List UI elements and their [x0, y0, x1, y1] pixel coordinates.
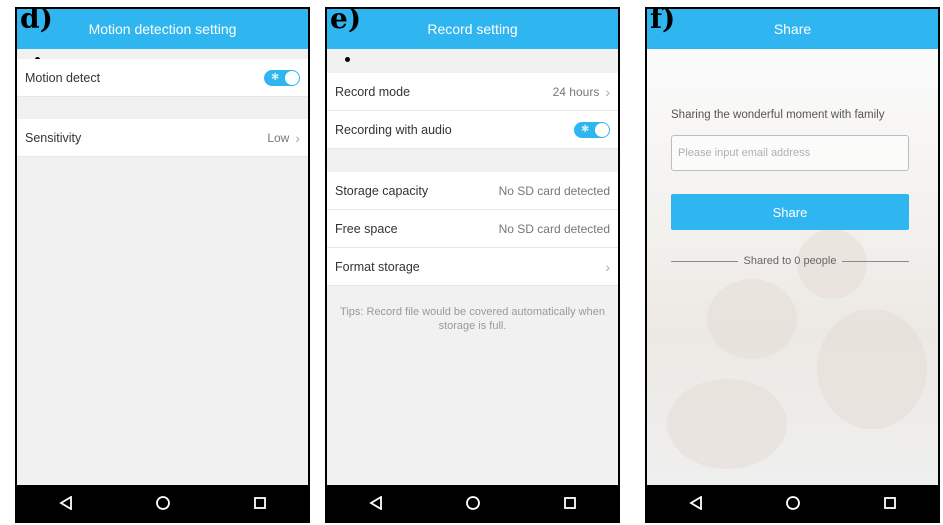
- system-navbar: [647, 485, 938, 521]
- sensitivity-row[interactable]: Sensitivity Low ›: [17, 119, 308, 157]
- format-storage-row[interactable]: Format storage ›: [327, 248, 618, 286]
- row-label: Record mode: [335, 84, 411, 99]
- storage-capacity-row: Storage capacity No SD card detected: [327, 172, 618, 210]
- record-setting-screen: Record setting e) Record mode 24 hours ›…: [325, 7, 620, 523]
- motion-detect-toggle[interactable]: ✱: [264, 69, 300, 86]
- sensitivity-value: Low: [267, 130, 290, 145]
- free-space-row: Free space No SD card detected: [327, 210, 618, 248]
- record-mode-value: 24 hours: [552, 84, 600, 99]
- chevron-right-icon: ›: [605, 83, 610, 100]
- chevron-right-icon: ›: [605, 258, 610, 275]
- recents-square-icon[interactable]: [550, 485, 590, 521]
- home-circle-icon[interactable]: [773, 485, 813, 521]
- recents-square-icon[interactable]: [240, 485, 280, 521]
- home-circle-icon[interactable]: [453, 485, 493, 521]
- system-navbar: [17, 485, 308, 521]
- header-bar: Share: [647, 9, 938, 49]
- free-space-value: No SD card detected: [498, 221, 610, 236]
- share-screen: Share f) Sharing the wonderful moment wi…: [645, 7, 940, 523]
- recording-audio-row[interactable]: Recording with audio ✱: [327, 111, 618, 149]
- row-label: Sensitivity: [25, 130, 82, 145]
- row-label: Motion detect: [25, 70, 101, 85]
- divider-left: [671, 260, 738, 262]
- page-title: Motion detection setting: [88, 21, 237, 37]
- back-triangle-icon[interactable]: [676, 485, 716, 521]
- recents-square-icon[interactable]: [870, 485, 910, 521]
- system-navbar: [327, 485, 618, 521]
- chevron-right-icon: ›: [295, 129, 300, 146]
- tips-text: Tips: Record file would be covered autom…: [340, 306, 605, 332]
- page-title: Record setting: [427, 21, 518, 37]
- photo-blob: [707, 279, 797, 359]
- row-label: Free space: [335, 221, 398, 236]
- bullet-dot: [345, 57, 350, 62]
- motion-detection-screen: Motion detection setting d) Motion detec…: [15, 7, 310, 523]
- back-triangle-icon[interactable]: [46, 485, 86, 521]
- recording-audio-toggle[interactable]: ✱: [574, 121, 610, 138]
- home-circle-icon[interactable]: [143, 485, 183, 521]
- toggle-knob: [595, 122, 609, 137]
- toggle-knob: [285, 70, 299, 85]
- row-label: Storage capacity: [335, 183, 429, 198]
- share-button[interactable]: Share: [671, 194, 909, 230]
- storage-capacity-value: No SD card detected: [498, 183, 610, 198]
- page-title: Share: [773, 21, 812, 37]
- toggle-on-icon: ✱: [581, 123, 590, 135]
- toggle-on-icon: ✱: [271, 71, 280, 83]
- divider-right: [842, 260, 909, 262]
- row-label: Recording with audio: [335, 122, 452, 137]
- shared-count: Shared to 0 people: [671, 255, 909, 267]
- motion-detect-row[interactable]: Motion detect ✱: [17, 59, 308, 97]
- record-mode-row[interactable]: Record mode 24 hours ›: [327, 73, 618, 111]
- photo-blob: [667, 379, 787, 469]
- panel-label: e): [330, 7, 362, 35]
- header-bar: Motion detection setting: [17, 9, 308, 49]
- shared-count-text: Shared to 0 people: [743, 255, 837, 267]
- email-input[interactable]: [671, 135, 909, 171]
- share-prompt: Sharing the wonderful moment with family: [671, 109, 885, 121]
- panel-label: f): [650, 7, 676, 35]
- header-bar: Record setting: [327, 9, 618, 49]
- photo-blob: [817, 309, 927, 429]
- panel-label: d): [20, 7, 53, 35]
- row-label: Format storage: [335, 259, 420, 274]
- back-triangle-icon[interactable]: [356, 485, 396, 521]
